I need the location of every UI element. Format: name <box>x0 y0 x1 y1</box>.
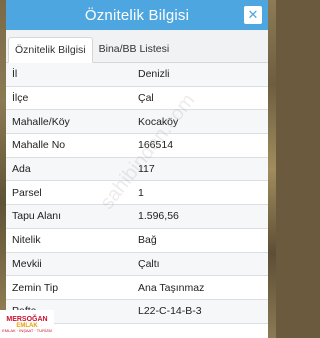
attribute-info-panel: Öznitelik Bilgisi ✕ Öznitelik Bilgisi Bi… <box>6 0 268 338</box>
attribute-value: 117 <box>138 163 155 176</box>
tab-building-list[interactable]: Bina/BB Listesi <box>93 36 176 62</box>
panel-title-bar: Öznitelik Bilgisi ✕ <box>6 0 268 30</box>
attribute-value: 1 <box>138 186 144 199</box>
attribute-key: Ada <box>12 163 31 176</box>
table-row: Mahalle No 166514 <box>6 134 268 158</box>
table-row: Parsel 1 <box>6 181 268 206</box>
attribute-value: 166514 <box>138 139 174 152</box>
attribute-key: Nitelik <box>12 234 41 247</box>
panel-title: Öznitelik Bilgisi <box>84 6 190 24</box>
close-icon[interactable]: ✕ <box>244 6 262 24</box>
attribute-key: Parsel <box>12 186 42 199</box>
logo-line3: EMLAK · İNŞAAT · TURİZM <box>2 327 52 333</box>
attribute-value: Bağ <box>138 234 157 247</box>
attribute-key: İlçe <box>12 92 29 105</box>
attribute-key: Mevkii <box>12 257 42 270</box>
table-row: Mahalle/Köy Kocaköy <box>6 110 268 135</box>
attribute-key: Mahalle No <box>12 139 66 152</box>
attribute-value: Çal <box>138 92 154 105</box>
attribute-value: Ana Taşınmaz <box>138 281 205 294</box>
table-row: Tapu Alanı 1.596,56 <box>6 205 268 229</box>
attribute-key: Mahalle/Köy <box>12 115 70 128</box>
logo: MERSOĞAN EMLAK EMLAK · İNŞAAT · TURİZM <box>0 310 54 338</box>
attribute-value: Denizli <box>138 68 170 81</box>
table-row: İl Denizli <box>6 63 268 87</box>
table-row: Ada 117 <box>6 157 268 182</box>
table-row: Mevkii Çaltı <box>6 252 268 277</box>
logo-line1: MERSOĞAN <box>6 315 48 323</box>
table-row: İlçe Çal <box>6 87 268 111</box>
tab-attribute-info[interactable]: Öznitelik Bilgisi <box>8 37 93 63</box>
attribute-key: Zemin Tip <box>12 281 59 294</box>
table-row: Zemin Tip Ana Taşınmaz <box>6 276 268 300</box>
attribute-value: 1.596,56 <box>138 210 179 223</box>
table-row: Nitelik Bağ <box>6 229 268 253</box>
attribute-value: L22-C-14-B-3 <box>138 305 202 318</box>
attribute-value: Kocaköy <box>138 115 179 128</box>
attribute-key: Tapu Alanı <box>12 210 62 223</box>
map-background-right <box>268 0 276 338</box>
attribute-table: İl Denizli İlçe Çal Mahalle/Köy Kocaköy Mah… <box>6 63 268 324</box>
attribute-value: Çaltı <box>138 257 160 270</box>
attribute-key: İl <box>12 68 18 81</box>
tab-bar: Öznitelik Bilgisi Bina/BB Listesi <box>6 30 268 63</box>
